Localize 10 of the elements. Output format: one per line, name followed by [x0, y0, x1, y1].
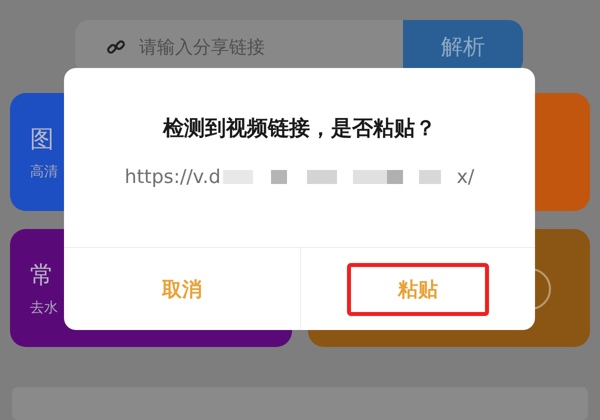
dialog-button[interactable]: 粘贴 [346, 262, 489, 316]
dialog-button[interactable]: 取消 [110, 262, 253, 316]
card-title: 图 [30, 124, 55, 155]
search-placeholder[interactable]: 请输入分享链接 [139, 34, 265, 59]
card-subtitle: 去水 [30, 298, 59, 317]
card-title: 常 [30, 260, 55, 291]
url-text: x/ [456, 166, 474, 188]
card-subtitle: 高清 [30, 162, 59, 181]
dialog-title: 检测到视频链接，是否粘贴？ [163, 115, 436, 142]
url-text: https://v.d [124, 166, 221, 188]
